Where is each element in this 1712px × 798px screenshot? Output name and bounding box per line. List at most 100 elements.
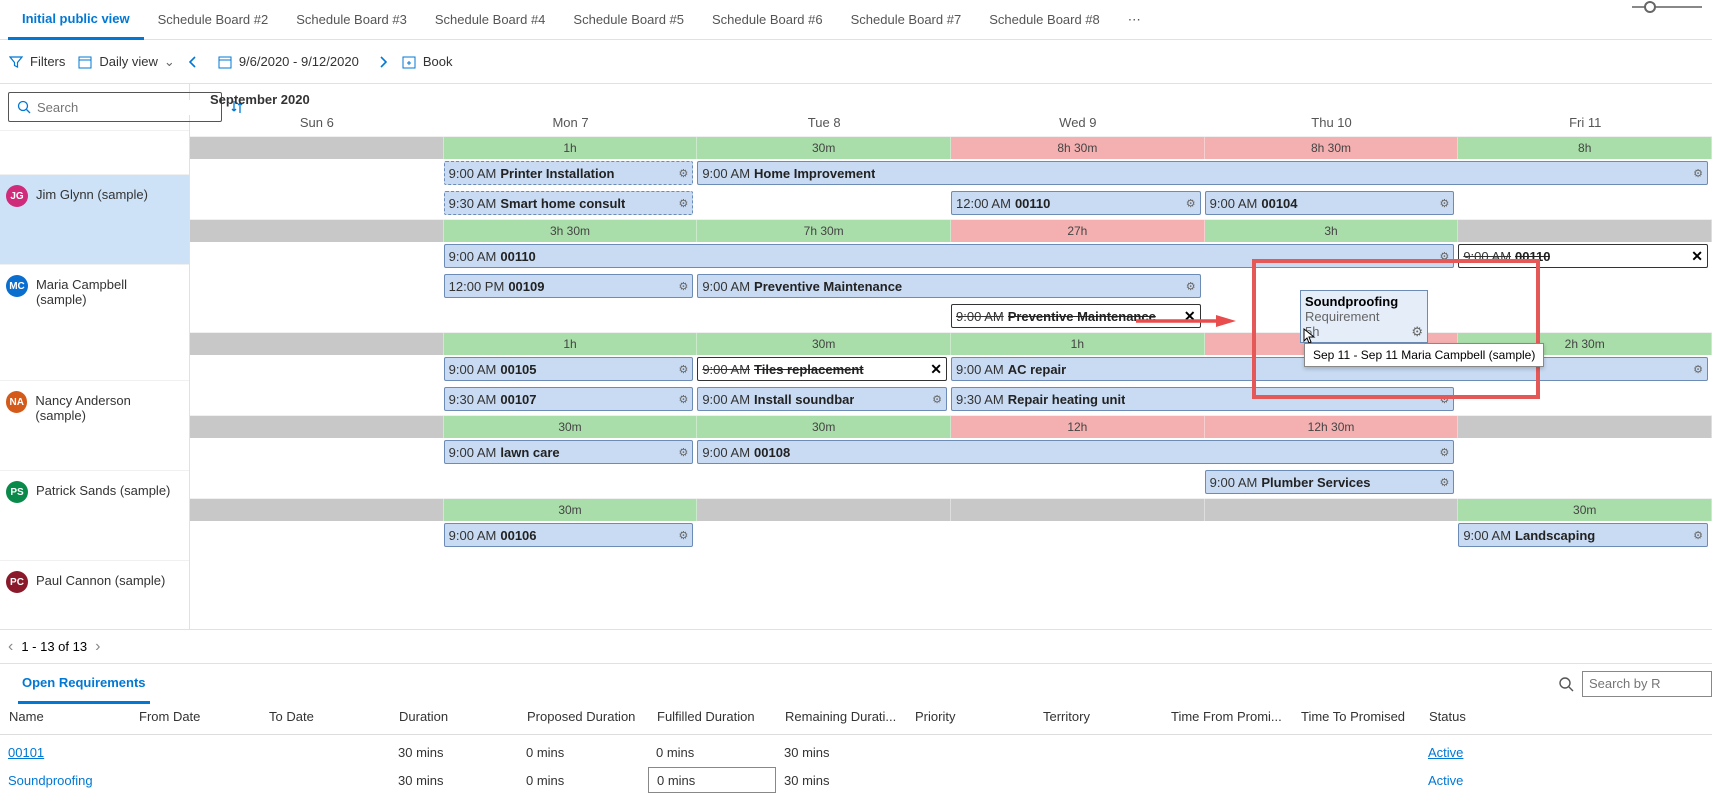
col-fulfilled[interactable]: Fulfilled Duration (648, 703, 776, 734)
tab-1[interactable]: Schedule Board #2 (144, 0, 283, 40)
gear-icon[interactable]: ⚙ (678, 393, 688, 406)
gear-icon[interactable]: ⚙ (1693, 363, 1703, 376)
booking[interactable]: 9:00 AM00110⚙ (444, 244, 1455, 268)
resource-row[interactable]: MC Maria Campbell (sample) (0, 264, 189, 380)
resource-row[interactable]: NA Nancy Anderson (sample) (0, 380, 189, 470)
col-remaining[interactable]: Remaining Durati... (776, 703, 906, 734)
booking[interactable]: 9:30 AMRepair heating unit⚙ (951, 387, 1454, 411)
col-status[interactable]: Status (1420, 703, 1520, 734)
close-icon[interactable]: ✕ (930, 361, 942, 378)
gear-icon[interactable]: ⚙ (1439, 446, 1449, 459)
booking[interactable]: 9:00 AM00106⚙ (444, 523, 694, 547)
gear-icon[interactable]: ⚙ (1439, 197, 1449, 210)
filters-button[interactable]: Filters (8, 54, 65, 70)
status-link[interactable]: Active (1428, 773, 1463, 788)
gear-icon[interactable]: ⚙ (678, 446, 688, 459)
gear-icon[interactable]: ⚙ (678, 280, 688, 293)
booking[interactable]: 9:00 AM00104⚙ (1205, 191, 1455, 215)
gear-icon[interactable]: ⚙ (678, 197, 688, 210)
requirements-search[interactable] (1582, 671, 1712, 697)
requirement-link[interactable]: Soundproofing (8, 773, 93, 788)
booking[interactable]: 9:00 AMHome Improvement⚙ (697, 161, 1708, 185)
gear-icon[interactable]: ⚙ (1439, 476, 1449, 489)
gear-icon[interactable]: ⚙ (1693, 167, 1703, 180)
col-duration[interactable]: Duration (390, 703, 518, 734)
book-button[interactable]: Book (401, 54, 453, 70)
next-button[interactable] (377, 56, 389, 68)
booking[interactable]: 9:00 AM00110✕ (1458, 244, 1708, 268)
plus-calendar-icon (401, 54, 417, 70)
booking[interactable]: 9:00 AMTiles replacement✕ (697, 357, 947, 381)
search-icon[interactable] (1558, 676, 1574, 692)
booking[interactable]: 9:00 AMInstall soundbar⚙ (697, 387, 947, 411)
col-territory[interactable]: Territory (1034, 703, 1162, 734)
gear-icon[interactable]: ⚙ (1693, 529, 1703, 542)
col-name[interactable]: Name (0, 703, 130, 734)
drag-duration: 5h (1305, 324, 1423, 339)
gear-icon[interactable]: ⚙ (678, 363, 688, 376)
resource-search-input[interactable] (37, 100, 213, 115)
gear-icon[interactable]: ⚙ (1439, 393, 1449, 406)
gear-icon[interactable]: ⚙ (932, 393, 942, 406)
tab-5[interactable]: Schedule Board #6 (698, 0, 837, 40)
gear-icon[interactable]: ⚙ (678, 529, 688, 542)
col-from[interactable]: From Date (130, 703, 260, 734)
booking[interactable]: 9:00 AM00105⚙ (444, 357, 694, 381)
booking[interactable]: 12:00 AM00110⚙ (951, 191, 1201, 215)
drag-preview[interactable]: Soundproofing Requirement 5h ⚙ (1300, 290, 1428, 343)
tab-0[interactable]: Initial public view (8, 0, 144, 40)
zoom-slider[interactable] (1632, 6, 1702, 8)
resource-pane: JG Jim Glynn (sample) MC Maria Campbell … (0, 84, 190, 629)
resource-row[interactable]: PC Paul Cannon (sample) (0, 560, 189, 625)
pager-next[interactable]: › (95, 638, 100, 656)
booking[interactable]: 9:00 AMLandscaping⚙ (1458, 523, 1708, 547)
arrow-annotation (1136, 315, 1236, 327)
cell-editable[interactable]: 0 mins (648, 767, 776, 793)
col-timeto[interactable]: Time To Promised (1292, 703, 1420, 734)
booking-title: Preventive Maintenance (1008, 309, 1156, 324)
booking[interactable]: 12:00 PM00109⚙ (444, 274, 694, 298)
tab-7[interactable]: Schedule Board #8 (975, 0, 1114, 40)
col-timefrom[interactable]: Time From Promi... (1162, 703, 1292, 734)
requirement-row[interactable]: 00101 30 mins 0 mins 0 mins 30 mins Acti… (0, 735, 1712, 765)
pager-text: 1 - 13 of 13 (21, 639, 87, 654)
requirement-link[interactable]: 00101 (8, 745, 44, 760)
tab-2[interactable]: Schedule Board #3 (282, 0, 421, 40)
col-to[interactable]: To Date (260, 703, 390, 734)
booking-title: AC repair (1008, 362, 1067, 377)
close-icon[interactable]: ✕ (1691, 248, 1703, 265)
day-header: Thu 10 (1205, 111, 1459, 136)
requirement-row[interactable]: Soundproofing 30 mins 0 mins 0 mins 30 m… (0, 765, 1712, 795)
booking[interactable]: 9:00 AMPlumber Services⚙ (1205, 470, 1455, 494)
calendar-icon (217, 54, 233, 70)
booking[interactable]: 9:30 AMSmart home consult⚙ (444, 191, 694, 215)
gear-icon[interactable]: ⚙ (1186, 197, 1196, 210)
open-requirements-tab[interactable]: Open Requirements (18, 664, 150, 704)
resource-row[interactable]: PS Patrick Sands (sample) (0, 470, 189, 560)
col-proposed[interactable]: Proposed Duration (518, 703, 648, 734)
booking-time: 9:30 AM (956, 392, 1004, 407)
tab-more[interactable]: ⋯ (1114, 12, 1155, 28)
tab-3[interactable]: Schedule Board #4 (421, 0, 560, 40)
avatar: PC (6, 571, 28, 593)
pager-prev[interactable]: ‹ (8, 638, 13, 656)
booking[interactable]: 9:00 AMPrinter Installation⚙ (444, 161, 694, 185)
gear-icon[interactable]: ⚙ (678, 167, 688, 180)
prev-button[interactable] (187, 56, 199, 68)
col-priority[interactable]: Priority (906, 703, 1034, 734)
book-label: Book (423, 54, 453, 69)
booking[interactable]: 9:00 AM00108⚙ (697, 440, 1454, 464)
gear-icon[interactable]: ⚙ (1439, 250, 1449, 263)
booking[interactable]: 9:00 AMPreventive Maintenance⚙ (697, 274, 1200, 298)
tab-6[interactable]: Schedule Board #7 (837, 0, 976, 40)
booking[interactable]: 9:00 AMlawn care⚙ (444, 440, 694, 464)
resource-row[interactable]: JG Jim Glynn (sample) (0, 174, 189, 264)
date-range[interactable]: 9/6/2020 - 9/12/2020 (217, 54, 359, 70)
resource-name: Maria Campbell (sample) (36, 275, 181, 307)
gear-icon[interactable]: ⚙ (1186, 280, 1196, 293)
booking[interactable]: 9:30 AM00107⚙ (444, 387, 694, 411)
capacity-cell (1458, 416, 1712, 438)
status-link[interactable]: Active (1428, 745, 1463, 760)
tab-4[interactable]: Schedule Board #5 (559, 0, 698, 40)
view-mode-button[interactable]: Daily view ⌄ (77, 54, 174, 70)
